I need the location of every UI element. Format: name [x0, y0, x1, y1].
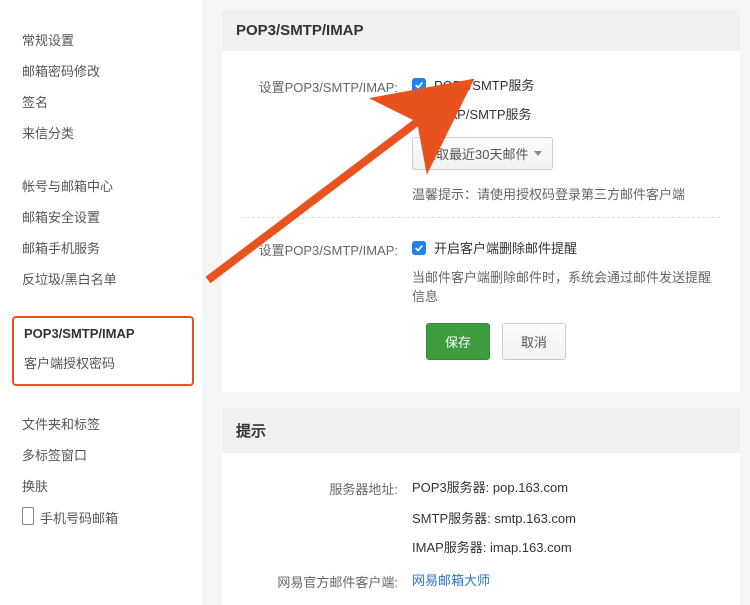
- sidebar-item-password-label: 邮箱密码修改: [22, 61, 100, 80]
- hint-panel-title: 提示: [222, 408, 740, 453]
- auth-tip: 温馨提示：请使用授权码登录第三方邮件客户端: [412, 184, 720, 203]
- server-imap: IMAP服务器: imap.163.com: [412, 537, 720, 556]
- sidebar-item-spam[interactable]: 反垃圾/黑白名单: [22, 263, 202, 294]
- sidebar-item-folders-label: 文件夹和标签: [22, 414, 100, 433]
- save-button[interactable]: 保存: [426, 323, 490, 360]
- sidebar-item-general-label: 常规设置: [22, 30, 74, 49]
- hint-panel: 提示 服务器地址: POP3服务器: pop.163.com SMTP服务器: …: [222, 408, 740, 605]
- sidebar-item-client-auth[interactable]: 客户端授权密码: [20, 347, 188, 378]
- sidebar-item-client-auth-label: 客户端授权密码: [24, 353, 115, 372]
- delete-alert-desc: 当邮件客户端删除邮件时，系统会通过邮件发送提醒信息: [412, 267, 720, 305]
- sidebar-item-phone-mailbox[interactable]: 手机号码邮箱: [22, 501, 202, 534]
- server-addr-label: 服务器地址:: [242, 477, 412, 498]
- checkbox-pop3[interactable]: [412, 78, 426, 92]
- checkbox-imap-label: IMAP/SMTP服务: [434, 104, 532, 123]
- sidebar-item-mobile-service-label: 邮箱手机服务: [22, 238, 100, 257]
- checkbox-imap[interactable]: [412, 107, 426, 121]
- sidebar-item-pop3-label: POP3/SMTP/IMAP: [24, 326, 135, 341]
- sidebar-item-mobile-service[interactable]: 邮箱手机服务: [22, 232, 202, 263]
- settings-row2-label: 设置POP3/SMTP/IMAP:: [242, 238, 412, 259]
- sidebar-item-signature[interactable]: 签名: [22, 86, 202, 117]
- checkbox-pop3-label: POP3/SMTP服务: [434, 75, 534, 94]
- sidebar-item-skin-label: 换肤: [22, 476, 48, 495]
- sidebar-item-account-center[interactable]: 帐号与邮箱中心: [22, 170, 202, 201]
- server-pop: POP3服务器: pop.163.com: [412, 477, 720, 496]
- sidebar-item-pop3[interactable]: POP3/SMTP/IMAP: [20, 320, 188, 347]
- fetch-range-select[interactable]: 收取最近30天邮件: [412, 137, 553, 170]
- sidebar-item-mail-classify[interactable]: 来信分类: [22, 117, 202, 148]
- main-area: POP3/SMTP/IMAP 设置POP3/SMTP/IMAP: POP3/SM…: [202, 0, 750, 605]
- sidebar-item-password[interactable]: 邮箱密码修改: [22, 55, 202, 86]
- sidebar-item-security[interactable]: 邮箱安全设置: [22, 201, 202, 232]
- phone-icon: [22, 507, 34, 528]
- official-client-link[interactable]: 网易邮箱大师: [412, 573, 490, 588]
- sidebar-item-spam-label: 反垃圾/黑白名单: [22, 269, 117, 288]
- settings-panel: POP3/SMTP/IMAP 设置POP3/SMTP/IMAP: POP3/SM…: [222, 10, 740, 392]
- sidebar-item-signature-label: 签名: [22, 92, 48, 111]
- chevron-down-icon: [534, 151, 542, 156]
- checkbox-delete-alert-label: 开启客户端删除邮件提醒: [434, 238, 577, 257]
- sidebar-item-phone-mailbox-label: 手机号码邮箱: [40, 508, 118, 527]
- cancel-button[interactable]: 取消: [502, 323, 566, 360]
- sidebar-item-security-label: 邮箱安全设置: [22, 207, 100, 226]
- sidebar-item-general[interactable]: 常规设置: [22, 24, 202, 55]
- settings-row1-label: 设置POP3/SMTP/IMAP:: [242, 75, 412, 96]
- sidebar-item-account-center-label: 帐号与邮箱中心: [22, 176, 113, 195]
- settings-panel-title: POP3/SMTP/IMAP: [222, 10, 740, 51]
- official-client-label: 网易官方邮件客户端:: [242, 570, 412, 591]
- sidebar-item-mail-classify-label: 来信分类: [22, 123, 74, 142]
- sidebar-item-multitab-label: 多标签窗口: [22, 445, 87, 464]
- fetch-range-value: 收取最近30天邮件: [423, 144, 528, 163]
- server-smtp: SMTP服务器: smtp.163.com: [412, 508, 720, 527]
- sidebar-item-multitab[interactable]: 多标签窗口: [22, 439, 202, 470]
- checkbox-delete-alert[interactable]: [412, 241, 426, 255]
- sidebar: 常规设置邮箱密码修改签名来信分类帐号与邮箱中心邮箱安全设置邮箱手机服务反垃圾/黑…: [0, 0, 202, 605]
- sidebar-item-folders[interactable]: 文件夹和标签: [22, 408, 202, 439]
- sidebar-item-skin[interactable]: 换肤: [22, 470, 202, 501]
